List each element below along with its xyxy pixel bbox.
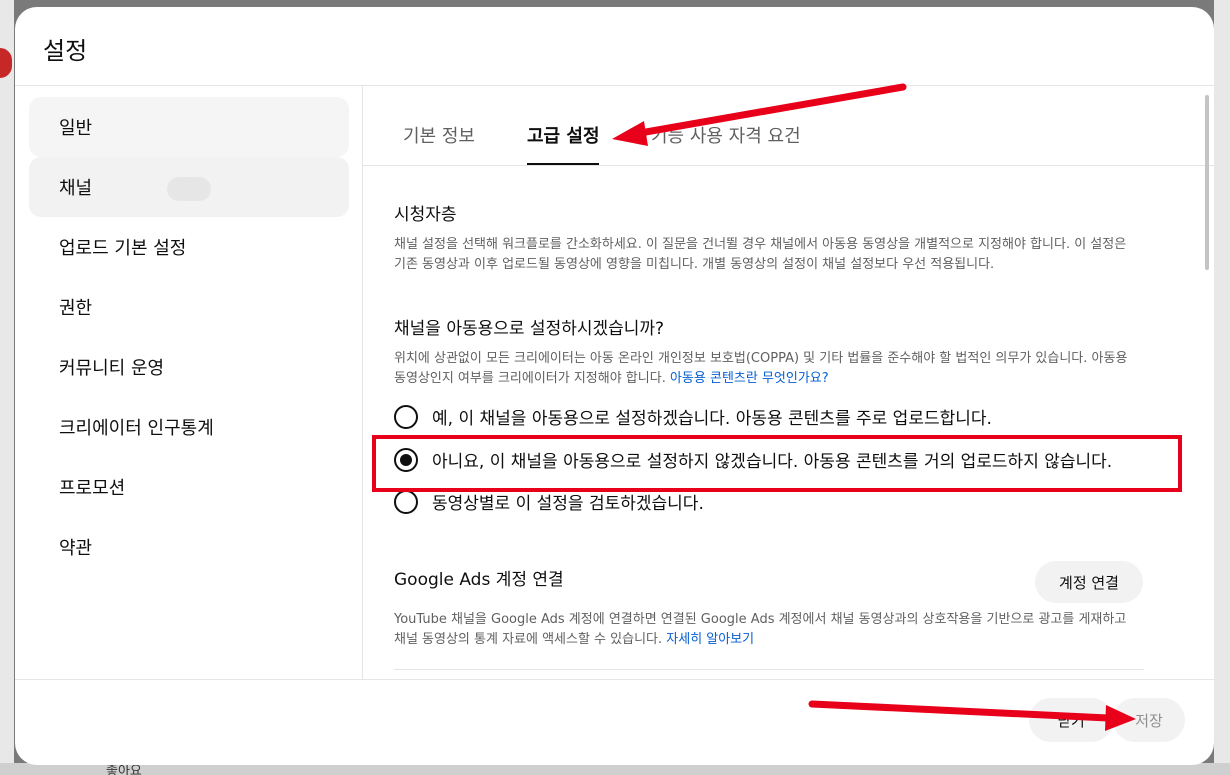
close-button[interactable]: 닫기 bbox=[1029, 698, 1113, 742]
sidebar-item-upload-defaults[interactable]: 업로드 기본 설정 bbox=[29, 217, 349, 277]
sidebar-item-terms[interactable]: 약관 bbox=[29, 517, 349, 577]
sidebar-item-label: 약관 bbox=[59, 538, 93, 559]
tab-basic-info[interactable]: 기본 정보 bbox=[403, 122, 475, 148]
google-ads-description: YouTube 채널을 Google Ads 계정에 연결하면 연결된 Goog… bbox=[394, 612, 1127, 647]
annotation-highlight-box bbox=[372, 435, 1182, 492]
settings-dialog: 설정 일반 채널 업로드 기본 설정 권한 커뮤니티 운영 크리에이터 인구통계… bbox=[15, 7, 1214, 765]
settings-sidebar: 일반 채널 업로드 기본 설정 권한 커뮤니티 운영 크리에이터 인구통계 프로… bbox=[29, 97, 349, 577]
radio-option-yes[interactable]: 예, 이 채널을 아동용으로 설정하겠습니다. 아동용 콘텐츠를 주로 업로드합… bbox=[394, 404, 992, 429]
tab-advanced-settings[interactable]: 고급 설정 bbox=[527, 122, 600, 148]
sidebar-item-label: 일반 bbox=[59, 118, 93, 139]
save-button[interactable]: 저장 bbox=[1113, 698, 1185, 742]
dialog-title: 설정 bbox=[43, 37, 88, 65]
sidebar-item-channel[interactable]: 채널 bbox=[29, 157, 349, 217]
sidebar-item-label: 권한 bbox=[59, 298, 93, 319]
sidebar-item-demographics[interactable]: 크리에이터 인구통계 bbox=[29, 397, 349, 457]
footer-divider bbox=[15, 679, 1214, 680]
sidebar-divider bbox=[362, 86, 363, 679]
settings-tabs: 기본 정보 고급 설정 기능 사용 자격 요건 bbox=[363, 86, 1214, 166]
sidebar-item-permissions[interactable]: 권한 bbox=[29, 277, 349, 337]
sidebar-item-community[interactable]: 커뮤니티 운영 bbox=[29, 337, 349, 397]
radio-yes[interactable] bbox=[394, 404, 418, 429]
radio-per-video-label: 동영상별로 이 설정을 검토하겠습니다. bbox=[432, 494, 704, 514]
audience-title: 시청자층 bbox=[394, 205, 457, 225]
coppa-notice: 위치에 상관없이 모든 크리에이터는 아동 온라인 개인정보 보호법(COPPA… bbox=[394, 349, 1139, 389]
background-left-strip bbox=[0, 0, 14, 775]
sidebar-item-label: 업로드 기본 설정 bbox=[59, 238, 187, 259]
radio-yes-label: 예, 이 채널을 아동용으로 설정하겠습니다. 아동용 콘텐츠를 주로 업로드합… bbox=[432, 409, 992, 429]
sidebar-item-promotions[interactable]: 프로모션 bbox=[29, 457, 349, 517]
tab-feature-eligibility[interactable]: 기능 사용 자격 요건 bbox=[651, 122, 801, 148]
learn-more-link[interactable]: 자세히 알아보기 bbox=[666, 632, 754, 647]
google-ads-notice: YouTube 채널을 Google Ads 계정에 연결하면 연결된 Goog… bbox=[394, 610, 1139, 650]
sidebar-item-label: 채널 bbox=[59, 178, 93, 199]
sidebar-badge bbox=[167, 177, 211, 201]
radio-option-per-video[interactable]: 동영상별로 이 설정을 검토하겠습니다. bbox=[394, 489, 704, 514]
made-for-kids-question: 채널을 아동용으로 설정하시겠습니까? bbox=[394, 319, 665, 339]
google-ads-title: Google Ads 계정 연결 bbox=[394, 570, 564, 590]
sidebar-item-label: 커뮤니티 운영 bbox=[59, 358, 165, 379]
link-account-button[interactable]: 계정 연결 bbox=[1035, 561, 1143, 603]
audience-description: 채널 설정을 선택해 워크플로를 간소화하세요. 이 질문을 건너뛸 경우 채널… bbox=[394, 237, 1127, 272]
sidebar-item-label: 크리에이터 인구통계 bbox=[59, 418, 214, 439]
content-divider bbox=[394, 669, 1144, 670]
sidebar-item-general[interactable]: 일반 bbox=[29, 97, 349, 157]
coppa-link[interactable]: 아동용 콘텐츠란 무엇인가요? bbox=[670, 371, 829, 386]
background-right-strip bbox=[1214, 0, 1230, 775]
active-tab-indicator bbox=[527, 163, 599, 165]
sidebar-item-label: 프로모션 bbox=[59, 478, 126, 499]
content-scrollbar[interactable] bbox=[1205, 95, 1209, 270]
radio-per-video[interactable] bbox=[394, 489, 418, 514]
